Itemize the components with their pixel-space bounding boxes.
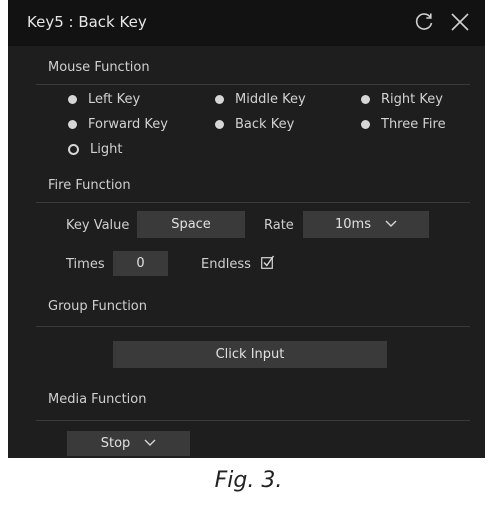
radio-forward-key[interactable]: Forward Key (68, 117, 168, 132)
radio-three-fire[interactable]: Three Fire (361, 117, 446, 132)
divider (36, 202, 470, 203)
close-icon[interactable] (448, 10, 472, 34)
radio-right-key[interactable]: Right Key (361, 92, 443, 107)
radio-light[interactable]: Light (68, 142, 122, 157)
radio-dot (68, 95, 77, 104)
group-function-title: Group Function (48, 299, 148, 314)
radio-dot (215, 120, 224, 129)
rate-label: Rate (264, 218, 294, 233)
radio-dot (68, 120, 77, 129)
radio-dot (215, 95, 224, 104)
window-title: Key5 : Back Key (27, 13, 147, 31)
times-field[interactable]: 0 (113, 251, 168, 276)
media-value: Stop (100, 436, 131, 451)
refresh-icon[interactable] (412, 10, 436, 34)
fire-function-title: Fire Function (48, 178, 131, 193)
key-value-field[interactable]: Space (137, 211, 245, 238)
radio-middle-key[interactable]: Middle Key (215, 92, 306, 107)
divider (36, 420, 470, 421)
radio-label: Back Key (235, 117, 295, 132)
title-bar: Key5 : Back Key (8, 0, 485, 46)
radio-label: Three Fire (381, 117, 446, 132)
radio-label: Forward Key (88, 117, 168, 132)
radio-label: Light (90, 142, 123, 157)
radio-label: Right Key (381, 92, 443, 107)
figure-caption: Fig. 3. (214, 468, 283, 493)
radio-label: Left Key (88, 92, 141, 107)
chevron-down-icon (144, 436, 156, 451)
key-value-label: Key Value (66, 218, 130, 233)
radio-dot (361, 120, 370, 129)
endless-checkbox[interactable] (261, 254, 275, 269)
radio-dot (361, 95, 370, 104)
rate-value: 10ms (335, 217, 371, 232)
key-settings-dialog: Key5 : Back Key Mouse Function Left Key … (8, 0, 485, 458)
rate-dropdown[interactable]: 10ms (303, 211, 429, 238)
radio-left-key[interactable]: Left Key (68, 92, 140, 107)
divider (36, 326, 470, 327)
radio-back-key[interactable]: Back Key (215, 117, 294, 132)
endless-label: Endless (201, 257, 251, 272)
chevron-down-icon (385, 217, 397, 232)
click-input-button[interactable]: Click Input (113, 341, 387, 368)
media-function-title: Media Function (48, 392, 147, 407)
divider (36, 84, 470, 85)
mouse-function-title: Mouse Function (48, 60, 150, 75)
times-label: Times (66, 257, 105, 272)
radio-dot-selected (68, 144, 79, 155)
media-dropdown[interactable]: Stop (67, 431, 190, 456)
radio-label: Middle Key (235, 92, 306, 107)
